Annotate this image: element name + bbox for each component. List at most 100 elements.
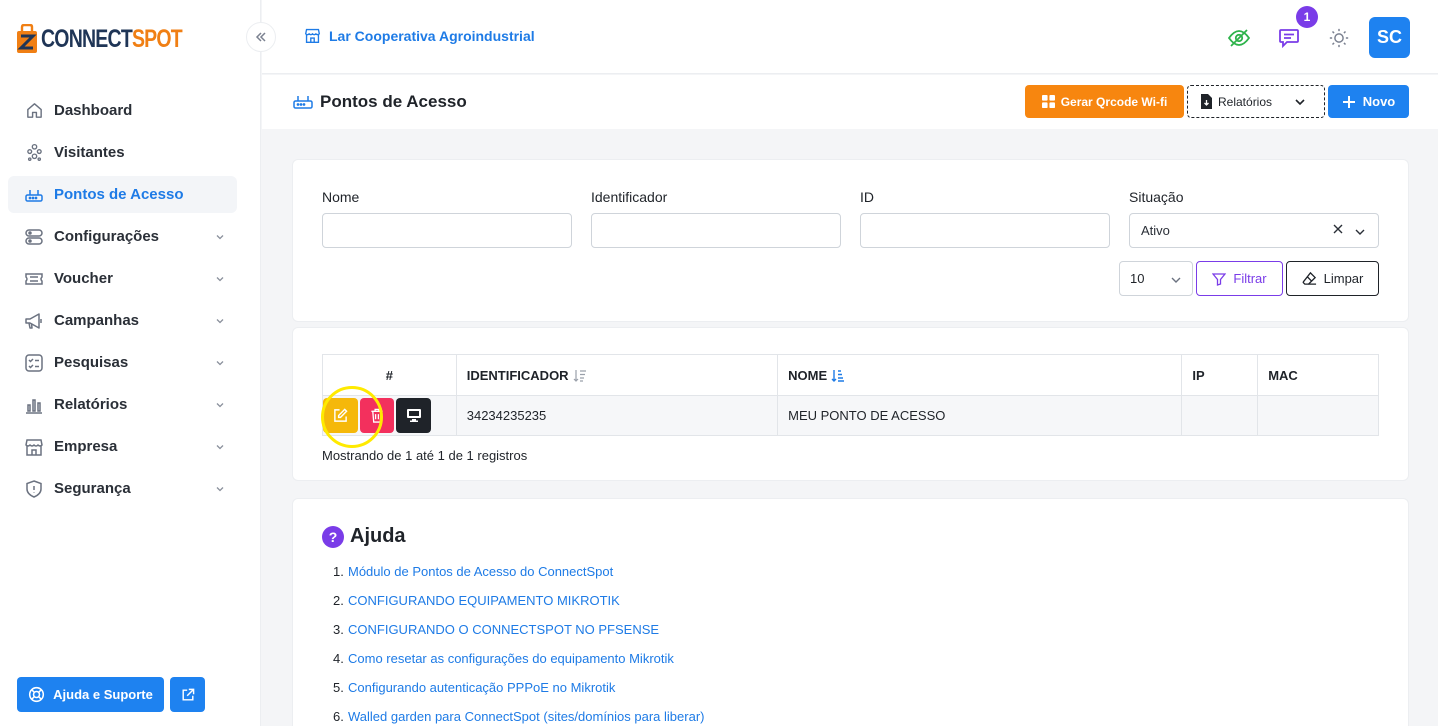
sidebar-item-visitantes[interactable]: Visitantes <box>8 134 237 171</box>
generate-qrcode-button[interactable]: Gerar Qrcode Wi-fi <box>1025 85 1184 118</box>
list-item: 5. Configurando autenticação PPPoE no Mik… <box>333 680 616 695</box>
page-actions: Gerar Qrcode Wi-fi Relatórios Novo <box>1025 85 1409 118</box>
file-download-icon <box>1201 94 1212 109</box>
sidebar-item-seguranca[interactable]: Segurança <box>8 470 237 507</box>
sidebar-item-empresa[interactable]: Empresa <box>8 428 237 465</box>
sidebar-item-campanhas[interactable]: Campanhas <box>8 302 237 339</box>
reports-dropdown-button[interactable]: Relatórios <box>1187 85 1325 118</box>
edit-icon <box>334 408 348 422</box>
column-header-label: IDENTIFICADOR <box>466 367 569 383</box>
sidebar-item-label: Configurações <box>54 228 160 245</box>
help-link[interactable]: CONFIGURANDO O CONNECTSPOT NO PFSENSE <box>348 622 659 637</box>
brand-logo[interactable]: CONNECTSPOT <box>16 22 222 56</box>
identifier-filter-input[interactable] <box>591 213 841 248</box>
new-button[interactable]: Novo <box>1328 85 1409 118</box>
megaphone-icon <box>24 311 44 331</box>
name-filter-input[interactable] <box>322 213 572 248</box>
sidebar-item-label: Pesquisas <box>54 354 129 371</box>
chevron-down-icon <box>215 229 225 246</box>
chevron-down-icon <box>1294 96 1306 111</box>
column-header-label: NOME <box>788 367 828 383</box>
access-points-table: # IDENTIFICADOR NOME IP MAC 34234235235 … <box>321 354 1379 448</box>
chat-icon <box>1279 28 1299 48</box>
column-header-nome[interactable]: NOME <box>778 355 1183 395</box>
collapse-sidebar-button[interactable] <box>246 22 276 52</box>
delete-button[interactable] <box>360 398 394 433</box>
column-header-identificador[interactable]: IDENTIFICADOR <box>457 355 779 395</box>
table-header-row: # IDENTIFICADOR NOME IP MAC <box>323 355 1378 395</box>
column-header-ip: IP <box>1182 355 1259 395</box>
monitor-button[interactable] <box>396 398 431 433</box>
help-title: ? Ajuda <box>322 525 406 548</box>
sidebar-item-label: Empresa <box>54 438 118 455</box>
cell-identificador: 34234235235 <box>456 395 779 435</box>
logo-mark-icon <box>16 23 38 54</box>
help-card: ? Ajuda 1. Módulo de Pontos de Acesso do … <box>292 498 1409 726</box>
help-title-text: Ajuda <box>350 525 406 547</box>
plus-icon <box>1342 95 1355 108</box>
topbar: Lar Cooperativa Agroindustrial 1 SC <box>262 0 1438 74</box>
bar-chart-icon <box>24 395 44 415</box>
users-icon <box>24 143 44 163</box>
sidebar-item-label: Visitantes <box>54 144 125 161</box>
visibility-toggle-button[interactable] <box>1219 18 1259 58</box>
help-link[interactable]: Configurando autenticação PPPoE no Mikro… <box>348 680 615 695</box>
page-title: Pontos de Acesso <box>292 92 467 112</box>
identifier-filter-label: Identificador <box>591 189 668 205</box>
sun-icon <box>1329 28 1349 47</box>
table-card: # IDENTIFICADOR NOME IP MAC 34234235235 … <box>292 327 1409 481</box>
checklist-icon <box>24 353 44 373</box>
help-support-label: Ajuda e Suporte <box>53 687 153 702</box>
list-item: 6. Walled garden para ConnectSpot (sites/… <box>333 709 705 724</box>
clear-button[interactable]: Limpar <box>1286 261 1379 296</box>
status-filter-label: Situação <box>1129 189 1184 205</box>
cell-nome: MEU PONTO DE ACESSO <box>778 395 1183 435</box>
sidebar-item-label: Segurança <box>54 480 131 497</box>
external-link-button[interactable] <box>170 677 205 712</box>
sidebar-item-pontos-de-acesso[interactable]: Pontos de Acesso <box>8 176 237 213</box>
row-actions <box>321 386 457 448</box>
ticket-icon <box>24 269 44 289</box>
chevron-down-icon <box>1354 226 1366 241</box>
eraser-icon <box>1302 271 1316 285</box>
external-link-icon <box>181 688 194 701</box>
sidebar-item-label: Dashboard <box>54 102 133 119</box>
sort-active-icon <box>831 369 845 382</box>
server-icon <box>24 227 44 247</box>
company-selector[interactable]: Lar Cooperativa Agroindustrial <box>304 27 535 44</box>
logo-text-spot: SPOT <box>131 24 183 53</box>
theme-toggle-button[interactable] <box>1319 18 1359 58</box>
sidebar-item-configuracoes[interactable]: Configurações <box>8 218 237 255</box>
sidebar-item-label: Voucher <box>54 270 113 287</box>
shield-icon <box>24 479 44 499</box>
sidebar-item-voucher[interactable]: Voucher <box>8 260 237 297</box>
help-link[interactable]: Como resetar as configurações do equipam… <box>348 651 674 666</box>
user-avatar[interactable]: SC <box>1369 17 1410 58</box>
per-page-select[interactable]: 10 <box>1119 261 1193 296</box>
reports-dropdown-label: Relatórios <box>1218 94 1273 109</box>
list-item: 2. CONFIGURANDO EQUIPAMENTO MIKROTIK <box>333 593 620 608</box>
chevron-down-icon <box>215 481 225 498</box>
chevron-down-icon <box>215 313 225 330</box>
sidebar-item-relatorios[interactable]: Relatórios <box>8 386 237 423</box>
sidebar-item-pesquisas[interactable]: Pesquisas <box>8 344 237 381</box>
per-page-value: 10 <box>1130 271 1145 286</box>
id-filter-input[interactable] <box>860 213 1110 248</box>
column-header-index: # <box>323 355 457 395</box>
sidebar-item-dashboard[interactable]: Dashboard <box>8 92 237 129</box>
filter-icon <box>1212 272 1227 286</box>
filter-button[interactable]: Filtrar <box>1196 261 1283 296</box>
help-links-list: 1. Módulo de Pontos de Acesso do ConnectS… <box>333 557 704 726</box>
help-link[interactable]: Módulo de Pontos de Acesso do ConnectSpo… <box>348 564 613 579</box>
cell-ip <box>1182 395 1259 435</box>
help-support-button[interactable]: Ajuda e Suporte <box>17 677 164 712</box>
filter-card: Nome Identificador ID Situação Ativo 10 … <box>292 159 1409 322</box>
messages-button[interactable]: 1 <box>1269 5 1318 58</box>
clear-selection-icon[interactable] <box>1332 223 1344 238</box>
grid-icon <box>1041 95 1055 108</box>
id-filter-label: ID <box>860 189 874 205</box>
edit-button[interactable] <box>323 398 358 433</box>
help-link[interactable]: CONFIGURANDO EQUIPAMENTO MIKROTIK <box>348 593 620 608</box>
help-link[interactable]: Walled garden para ConnectSpot (sites/do… <box>348 709 704 724</box>
status-filter-select[interactable]: Ativo <box>1129 213 1379 248</box>
